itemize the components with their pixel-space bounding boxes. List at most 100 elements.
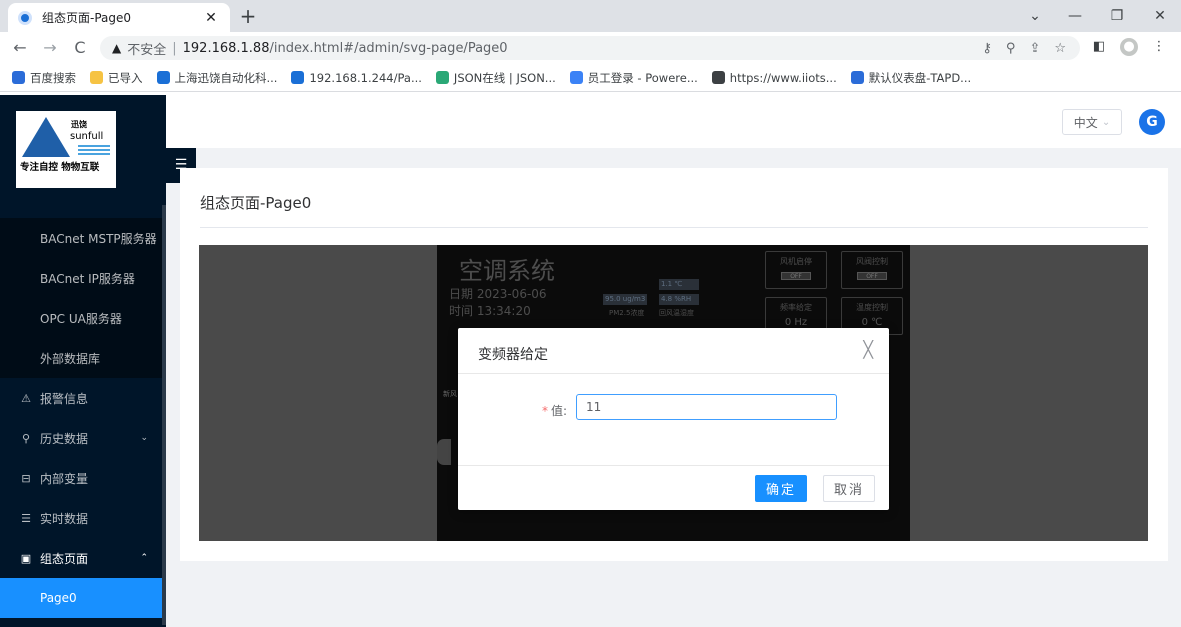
bookmark-item[interactable]: 已导入	[90, 70, 143, 86]
company-logo: 迅饶 sunfull 专注自控 物物互联	[16, 111, 116, 188]
url-path: /index.html#/admin/svg-page/Page0	[269, 40, 508, 56]
sidebar-item-scada-pages[interactable]: ▣ 组态页面 ⌃	[0, 538, 166, 578]
cancel-button[interactable]: 取消	[823, 475, 875, 502]
frequency-label: 频率给定	[780, 303, 812, 312]
bookmark-favicon-icon	[90, 71, 103, 84]
sidebar: 迅饶 sunfull 专注自控 物物互联 BACnet MSTP服务器 BACn…	[0, 95, 166, 627]
hmi-title: 空调系统	[459, 257, 555, 285]
close-icon[interactable]: ╳	[863, 340, 873, 359]
bookmark-favicon-icon	[435, 71, 449, 84]
chevron-down-icon: ⌄	[1101, 116, 1111, 128]
dialog-title: 变频器给定	[478, 347, 548, 363]
duct-graphic	[437, 439, 451, 465]
chevron-down-icon: ⌄	[140, 433, 148, 443]
sidebar-item-page0[interactable]: Page0	[0, 578, 166, 618]
bookmark-item[interactable]: 上海迅饶自动化科...	[156, 70, 277, 86]
new-tab-button[interactable]: +	[236, 4, 260, 28]
alert-triangle-icon: ⚠	[21, 391, 31, 405]
sidebar-item-label: 组态页面	[40, 551, 89, 566]
url-host: 192.168.1.88	[182, 40, 270, 56]
forward-arrow-icon[interactable]: →	[40, 38, 60, 58]
zoom-icon[interactable]: ⚲	[1006, 41, 1016, 56]
return-air-label: 回风温湿度	[659, 309, 694, 317]
sidebar-item-label: OPC UA服务器	[40, 311, 122, 326]
fresh-air-label: 新风	[443, 390, 457, 398]
sidebar-item-bacnet-ip[interactable]: BACnet IP服务器	[0, 258, 166, 298]
sidebar-item-label: Page0	[40, 591, 77, 605]
sidebar-item-opc-ua[interactable]: OPC UA服务器	[0, 298, 166, 338]
warning-icon[interactable]: ▲	[112, 41, 121, 55]
share-icon[interactable]: ⇪	[1029, 41, 1040, 56]
damper-control[interactable]: 风阀控制 OFF	[841, 251, 903, 289]
hmi-time: 时间 13:34:20	[449, 304, 531, 318]
fan-control[interactable]: 风机启停 OFF	[765, 251, 827, 289]
profile-avatar-icon[interactable]: ●	[1120, 38, 1138, 56]
bookmark-item[interactable]: 默认仪表盘-TAPD...	[850, 70, 971, 86]
address-bar[interactable]: ▲ 不安全 | 192.168.1.88 /index.html#/admin/…	[100, 36, 1080, 60]
language-value: 中文	[1073, 115, 1098, 130]
tab-search-chevron-icon[interactable]: ⌄	[1015, 0, 1055, 32]
browser-tab[interactable]: 组态页面-Page0 ✕	[8, 3, 230, 32]
image-icon: ▣	[20, 551, 32, 565]
required-mark: *	[542, 404, 548, 418]
bookmark-item[interactable]: JSON在线 | JSON...	[435, 70, 556, 86]
bookmark-favicon-icon	[156, 71, 170, 84]
sidebar-item-label: 内部变量	[40, 471, 89, 486]
frequency-setpoint-dialog: 变频器给定 ╳ *值: 确定 取消	[458, 328, 889, 510]
search-icon: ⚲	[21, 431, 31, 445]
page-title: 组态页面-Page0	[200, 194, 312, 212]
bookmark-favicon-icon	[850, 71, 864, 84]
url-separator: |	[172, 40, 177, 56]
bookmark-item[interactable]: 百度搜索	[12, 70, 76, 86]
sidebar-item-alarms[interactable]: ⚠ 报警信息	[0, 378, 166, 418]
menu-kebab-icon[interactable]: ⋮	[1150, 38, 1168, 56]
sidebar-scrollbar[interactable]	[162, 205, 166, 625]
confirm-button[interactable]: 确定	[755, 475, 807, 502]
logo-cn: 迅饶	[71, 119, 87, 129]
logo-stripes-icon	[78, 145, 110, 155]
top-header: 中文 ⌄ G	[166, 95, 1181, 148]
fan-switch[interactable]: OFF	[781, 272, 811, 280]
bookmark-label: JSON在线 | JSON...	[453, 70, 556, 85]
sidebar-item-realtime[interactable]: ☰ 实时数据	[0, 498, 166, 538]
sidebar-item-internal-vars[interactable]: ⊟ 内部变量	[0, 458, 166, 498]
value-input[interactable]	[576, 394, 837, 420]
close-window-button[interactable]: ✕	[1140, 0, 1180, 32]
tab-close-icon[interactable]: ✕	[202, 10, 220, 26]
sidebar-item-external-db[interactable]: 外部数据库	[0, 338, 166, 378]
bookmark-label: 已导入	[108, 70, 143, 85]
side-panel-icon[interactable]: ◧	[1090, 38, 1108, 56]
database-icon: ⊟	[21, 471, 31, 485]
back-arrow-icon[interactable]: ←	[10, 38, 30, 58]
bookmark-label: 192.168.1.244/Pa...	[309, 70, 422, 85]
user-avatar[interactable]: G	[1139, 109, 1165, 135]
language-select[interactable]: 中文 ⌄	[1062, 109, 1122, 135]
logo-slogan: 专注自控 物物互联	[20, 162, 100, 173]
star-icon[interactable]: ☆	[1054, 41, 1066, 56]
value-label-text: 值:	[551, 404, 568, 418]
bookmark-favicon-icon	[569, 71, 583, 84]
tab-title: 组态页面-Page0	[42, 11, 132, 25]
sidebar-item-history[interactable]: ⚲ 历史数据 ⌄	[0, 418, 166, 458]
submenu-group: BACnet MSTP服务器 BACnet IP服务器 OPC UA服务器 外部…	[0, 218, 166, 618]
minimize-button[interactable]: —	[1055, 0, 1095, 32]
restore-button[interactable]: ❐	[1097, 0, 1137, 32]
key-icon[interactable]: ⚷	[982, 41, 992, 56]
pm25-value: 95.0 ug/m3	[603, 294, 647, 305]
bookmark-item[interactable]: https://www.iiots...	[711, 70, 837, 85]
reload-icon[interactable]: C	[70, 38, 90, 58]
security-status[interactable]: 不安全	[127, 39, 166, 58]
bookmark-label: https://www.iiots...	[729, 70, 837, 85]
sidebar-item-label: 报警信息	[40, 391, 89, 406]
bookmark-item[interactable]: 员工登录 - Powere...	[569, 70, 698, 86]
chevron-up-icon: ⌃	[140, 553, 148, 563]
sidebar-item-bacnet-mstp[interactable]: BACnet MSTP服务器	[0, 218, 166, 258]
damper-switch[interactable]: OFF	[857, 272, 887, 280]
title-divider	[200, 227, 1148, 228]
bookmark-favicon-icon	[12, 71, 25, 84]
dialog-footer-divider	[458, 465, 889, 466]
bookmarks-bar: 百度搜索 已导入 上海迅饶自动化科... 192.168.1.244/Pa... JSO…	[0, 64, 1181, 92]
bookmark-item[interactable]: 192.168.1.244/Pa...	[291, 70, 422, 85]
return-temp-value: 1.1 ℃	[659, 279, 699, 290]
sidebar-item-label: 实时数据	[40, 511, 89, 526]
